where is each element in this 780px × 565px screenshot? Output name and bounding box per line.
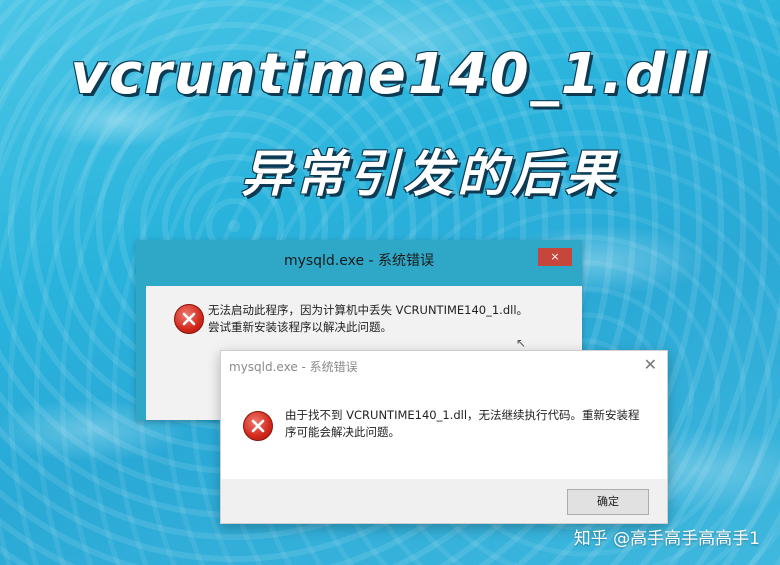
front-dialog-footer: 确定 [221, 479, 667, 523]
back-dialog-title: mysqld.exe - 系统错误 [283, 253, 435, 269]
front-error-dialog: mysqld.exe - 系统错误 ✕ 由于找不到 VCRUNTIME140_1… [220, 350, 668, 524]
back-dialog-close-button[interactable]: × [538, 248, 572, 266]
error-icon [243, 411, 273, 441]
mouse-cursor-icon: ↖ [516, 336, 527, 350]
back-dialog-titlebar[interactable]: mysqld.exe - 系统错误 × [136, 240, 582, 284]
front-dialog-title: mysqld.exe - 系统错误 [229, 360, 358, 374]
error-icon [174, 304, 204, 334]
headline-subtitle: 异常引发的后果 [241, 145, 619, 203]
front-dialog-message: 由于找不到 VCRUNTIME140_1.dll，无法继续执行代码。重新安装程序… [285, 408, 640, 439]
zhihu-watermark: 知乎 @高手高手高高手1 [573, 529, 760, 549]
ok-button[interactable]: 确定 [567, 489, 649, 515]
back-dialog-message: 无法启动此程序，因为计算机中丢失 VCRUNTIME140_1.dll。尝试重新… [208, 303, 529, 334]
front-dialog-close-button[interactable]: ✕ [644, 355, 657, 374]
headline-dll-name: vcruntime140_1.dll [70, 42, 710, 107]
